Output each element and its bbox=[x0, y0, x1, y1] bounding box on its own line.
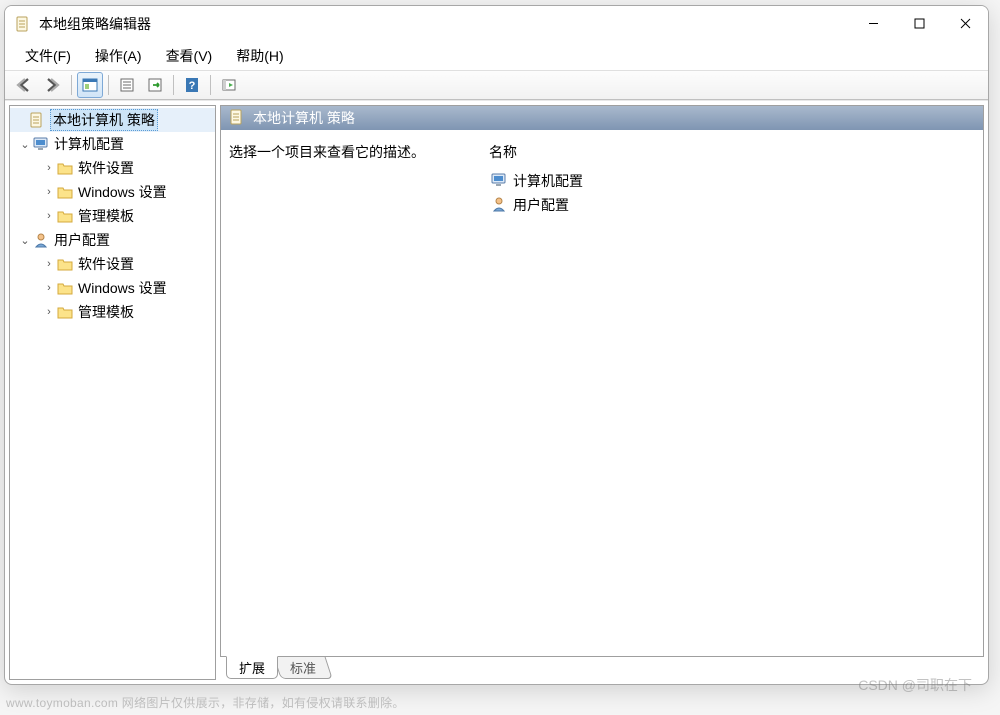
expander-icon[interactable]: › bbox=[42, 282, 56, 294]
user-icon bbox=[491, 196, 507, 215]
tree-node-computer-config[interactable]: ⌄ 计算机配置 bbox=[10, 132, 215, 156]
computer-icon bbox=[32, 136, 50, 152]
minimize-button[interactable] bbox=[850, 6, 896, 40]
menu-bar: 文件(F) 操作(A) 查看(V) 帮助(H) bbox=[5, 42, 988, 70]
tab-standard[interactable]: 标准 bbox=[273, 656, 332, 679]
folder-icon bbox=[56, 280, 74, 296]
tree-node-admin-templates[interactable]: › 管理模板 bbox=[10, 204, 215, 228]
tree-label: 管理模板 bbox=[78, 302, 138, 322]
details-pane: 本地计算机 策略 选择一个项目来查看它的描述。 名称 计算机配置 bbox=[220, 105, 984, 680]
expander-icon[interactable]: › bbox=[42, 306, 56, 318]
close-button[interactable] bbox=[942, 6, 988, 40]
export-list-button[interactable] bbox=[142, 72, 168, 98]
gpedit-window: 本地组策略编辑器 文件(F) 操作(A) 查看(V) 帮助(H) bbox=[4, 5, 989, 685]
tree-node-admin-templates[interactable]: › 管理模板 bbox=[10, 300, 215, 324]
toolbar-separator bbox=[108, 75, 109, 95]
folder-icon bbox=[56, 184, 74, 200]
tree-node-software-settings[interactable]: › 软件设置 bbox=[10, 156, 215, 180]
nav-forward-button[interactable] bbox=[40, 72, 66, 98]
tree-label: Windows 设置 bbox=[78, 182, 171, 202]
window-title: 本地组策略编辑器 bbox=[39, 14, 151, 34]
computer-icon bbox=[491, 172, 507, 191]
tree-root[interactable]: 本地计算机 策略 bbox=[10, 108, 215, 132]
tree-node-software-settings[interactable]: › 软件设置 bbox=[10, 252, 215, 276]
expander-icon[interactable]: › bbox=[42, 210, 56, 222]
list-item-label: 计算机配置 bbox=[513, 171, 583, 191]
maximize-button[interactable] bbox=[896, 6, 942, 40]
list-column: 名称 计算机配置 用户配置 bbox=[489, 142, 975, 648]
tree-node-user-config[interactable]: ⌄ 用户配置 bbox=[10, 228, 215, 252]
description-column: 选择一个项目来查看它的描述。 bbox=[229, 142, 489, 648]
content-title: 本地计算机 策略 bbox=[253, 108, 355, 128]
tree-label: 用户配置 bbox=[54, 230, 114, 250]
folder-icon bbox=[56, 256, 74, 272]
menu-view[interactable]: 查看(V) bbox=[154, 43, 225, 69]
tree-label: Windows 设置 bbox=[78, 278, 171, 298]
help-button[interactable] bbox=[179, 72, 205, 98]
scroll-icon bbox=[229, 109, 245, 128]
tree-label: 软件设置 bbox=[78, 158, 138, 178]
description-text: 选择一个项目来查看它的描述。 bbox=[229, 142, 489, 162]
nav-back-button[interactable] bbox=[12, 72, 38, 98]
content-body: 选择一个项目来查看它的描述。 名称 计算机配置 用户配置 bbox=[221, 130, 983, 656]
list-item-label: 用户配置 bbox=[513, 195, 569, 215]
toolbar-separator bbox=[173, 75, 174, 95]
toolbar bbox=[5, 70, 988, 100]
body-area: 本地计算机 策略 ⌄ 计算机配置 › 软件设置 › Windows 设置 › bbox=[5, 100, 988, 684]
folder-icon bbox=[56, 304, 74, 320]
content-box: 本地计算机 策略 选择一个项目来查看它的描述。 名称 计算机配置 bbox=[220, 105, 984, 657]
tab-extended[interactable]: 扩展 bbox=[226, 656, 278, 679]
footer-caption: www.toymoban.com 网络图片仅供展示，非存储，如有侵权请联系删除。 bbox=[6, 694, 405, 711]
toolbar-separator bbox=[71, 75, 72, 95]
properties-button[interactable] bbox=[114, 72, 140, 98]
expander-icon[interactable]: ⌄ bbox=[18, 138, 32, 151]
tree-pane[interactable]: 本地计算机 策略 ⌄ 计算机配置 › 软件设置 › Windows 设置 › bbox=[9, 105, 216, 680]
menu-action[interactable]: 操作(A) bbox=[83, 43, 154, 69]
tree-root-label: 本地计算机 策略 bbox=[50, 109, 158, 131]
expander-icon[interactable]: › bbox=[42, 162, 56, 174]
content-header: 本地计算机 策略 bbox=[221, 106, 983, 130]
expander-icon[interactable]: ⌄ bbox=[18, 234, 32, 247]
tree-label: 管理模板 bbox=[78, 206, 138, 226]
expander-icon[interactable]: › bbox=[42, 186, 56, 198]
tree-label: 软件设置 bbox=[78, 254, 138, 274]
scroll-icon bbox=[28, 112, 46, 128]
show-hide-tree-button[interactable] bbox=[77, 72, 103, 98]
user-icon bbox=[32, 232, 50, 248]
action-pane-button[interactable] bbox=[216, 72, 242, 98]
folder-icon bbox=[56, 160, 74, 176]
menu-help[interactable]: 帮助(H) bbox=[224, 43, 295, 69]
list-item-user-config[interactable]: 用户配置 bbox=[489, 193, 975, 217]
toolbar-separator bbox=[210, 75, 211, 95]
tree-node-windows-settings[interactable]: › Windows 设置 bbox=[10, 276, 215, 300]
expander-icon[interactable]: › bbox=[42, 258, 56, 270]
watermark: CSDN @司职在下 bbox=[858, 675, 972, 695]
titlebar-icon bbox=[15, 16, 31, 32]
tree-label: 计算机配置 bbox=[54, 134, 128, 154]
window-controls bbox=[850, 6, 988, 42]
list-item-computer-config[interactable]: 计算机配置 bbox=[489, 169, 975, 193]
column-header-name[interactable]: 名称 bbox=[489, 142, 975, 169]
tree-node-windows-settings[interactable]: › Windows 设置 bbox=[10, 180, 215, 204]
titlebar[interactable]: 本地组策略编辑器 bbox=[5, 6, 988, 42]
folder-icon bbox=[56, 208, 74, 224]
menu-file[interactable]: 文件(F) bbox=[13, 43, 83, 69]
